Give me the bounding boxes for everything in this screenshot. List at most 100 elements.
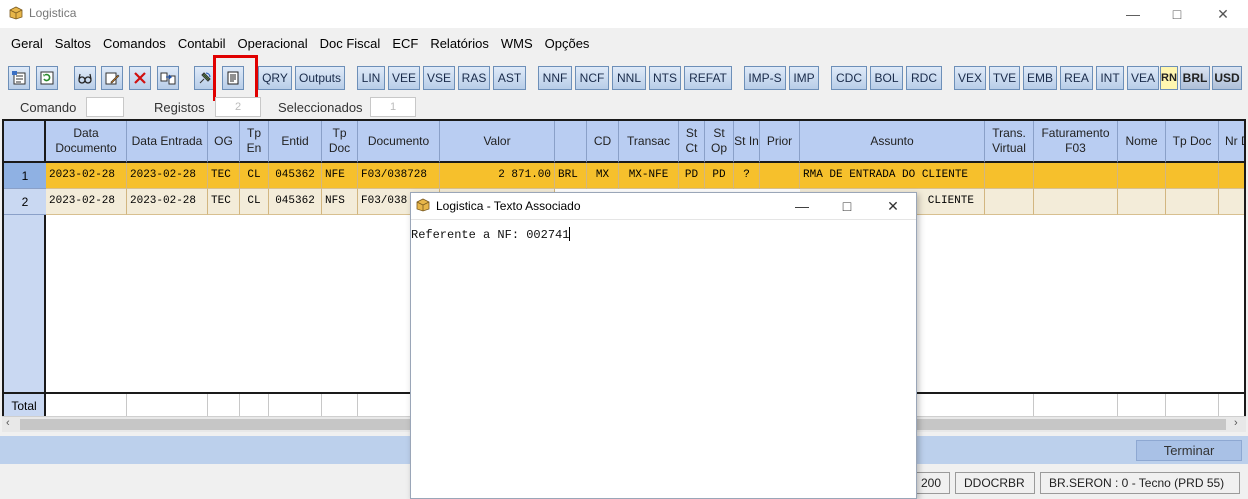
cell-tp-doc-2[interactable]	[1166, 163, 1219, 189]
col-st-ct[interactable]: St Ct	[679, 121, 705, 163]
col-tp-doc[interactable]: Tp Doc	[322, 121, 358, 163]
bol-button[interactable]: BOL	[870, 66, 903, 90]
open-list-icon[interactable]	[8, 66, 30, 90]
cell-tp-en[interactable]: CL	[240, 163, 269, 189]
rn-button[interactable]: RN	[1160, 66, 1178, 90]
cell-transac[interactable]: MX-NFE	[619, 163, 679, 189]
col-valor[interactable]: Valor	[440, 121, 555, 163]
cell-nr-d[interactable]	[1219, 163, 1244, 189]
int-button[interactable]: INT	[1096, 66, 1124, 90]
cell-valor[interactable]: 2 871.00	[440, 163, 555, 189]
cell-st-ct[interactable]: PD	[679, 163, 705, 189]
col-data-documento[interactable]: Data Documento	[46, 121, 127, 163]
cell-assunto[interactable]: RMA DE ENTRADA DO CLIENTE	[800, 163, 985, 189]
dialog-close-icon[interactable]: ✕	[870, 193, 916, 219]
col-documento[interactable]: Documento	[358, 121, 440, 163]
col-st-in[interactable]: St In	[734, 121, 760, 163]
row-number[interactable]: 1	[4, 163, 46, 189]
tve-button[interactable]: TVE	[989, 66, 1020, 90]
col-prior[interactable]: Prior	[760, 121, 800, 163]
cell-faturamento[interactable]	[1034, 163, 1118, 189]
cell-data-entrada[interactable]: 2023-02-28	[127, 189, 208, 215]
cell-trans-virtual[interactable]	[985, 163, 1034, 189]
menu-ecf[interactable]: ECF	[386, 34, 424, 54]
scroll-left-icon[interactable]: ‹	[6, 417, 10, 429]
comando-input[interactable]	[86, 97, 124, 117]
cell-st-in[interactable]: ?	[734, 163, 760, 189]
ras-button[interactable]: RAS	[458, 66, 490, 90]
cell-data-entrada[interactable]: 2023-02-28	[127, 163, 208, 189]
col-currency[interactable]	[555, 121, 587, 163]
rea-button[interactable]: REA	[1060, 66, 1093, 90]
dialog-maximize-icon[interactable]: □	[824, 193, 870, 219]
menu-opcoes[interactable]: Opções	[539, 34, 596, 54]
col-transac[interactable]: Transac	[619, 121, 679, 163]
vex-button[interactable]: VEX	[954, 66, 986, 90]
dialog-title-bar[interactable]: Logistica - Texto Associado — □ ✕	[411, 193, 916, 219]
table-row[interactable]: 1 2023-02-28 2023-02-28 TEC CL 045362 NF…	[4, 163, 1244, 189]
col-st-op[interactable]: St Op	[705, 121, 734, 163]
cell-entid[interactable]: 045362	[269, 189, 322, 215]
brl-button[interactable]: BRL	[1180, 66, 1210, 90]
cell-st-op[interactable]: PD	[705, 163, 734, 189]
cell-nome[interactable]	[1118, 189, 1166, 215]
col-trans-virtual[interactable]: Trans. Virtual	[985, 121, 1034, 163]
terminar-button[interactable]: Terminar	[1136, 440, 1242, 461]
cell-og[interactable]: TEC	[208, 189, 240, 215]
transfer-icon[interactable]	[157, 66, 179, 90]
edit-doc-icon[interactable]	[101, 66, 123, 90]
menu-comandos[interactable]: Comandos	[97, 34, 172, 54]
close-icon[interactable]: ✕	[1200, 0, 1246, 28]
col-og[interactable]: OG	[208, 121, 240, 163]
cdc-button[interactable]: CDC	[831, 66, 867, 90]
usd-button[interactable]: USD	[1212, 66, 1242, 90]
scroll-right-icon[interactable]: ›	[1234, 417, 1238, 429]
emb-button[interactable]: EMB	[1023, 66, 1057, 90]
dialog-minimize-icon[interactable]: —	[779, 193, 825, 219]
cell-cd[interactable]: MX	[587, 163, 619, 189]
col-data-entrada[interactable]: Data Entrada	[127, 121, 208, 163]
minimize-icon[interactable]: —	[1110, 0, 1156, 28]
cell-entid[interactable]: 045362	[269, 163, 322, 189]
cell-data-documento[interactable]: 2023-02-28	[46, 163, 127, 189]
cell-og[interactable]: TEC	[208, 163, 240, 189]
cell-currency[interactable]: BRL	[555, 163, 587, 189]
outputs-button[interactable]: Outputs	[295, 66, 345, 90]
col-nome[interactable]: Nome	[1118, 121, 1166, 163]
glasses-icon[interactable]	[74, 66, 96, 90]
maximize-icon[interactable]: □	[1154, 0, 1200, 28]
rdc-button[interactable]: RDC	[906, 66, 942, 90]
refresh-icon[interactable]	[36, 66, 58, 90]
imp-button[interactable]: IMP	[789, 66, 819, 90]
vee-button[interactable]: VEE	[388, 66, 420, 90]
cell-trans-virtual[interactable]	[985, 189, 1034, 215]
imp-s-button[interactable]: IMP-S	[744, 66, 786, 90]
col-tp-en[interactable]: Tp En	[240, 121, 269, 163]
col-nr-d[interactable]: Nr D	[1219, 121, 1244, 163]
cell-tp-doc[interactable]: NFE	[322, 163, 358, 189]
col-entid[interactable]: Entid	[269, 121, 322, 163]
refat-button[interactable]: REFAT	[684, 66, 732, 90]
row-number[interactable]: 2	[4, 189, 46, 215]
nts-button[interactable]: NTS	[649, 66, 681, 90]
nnl-button[interactable]: NNL	[612, 66, 646, 90]
menu-doc-fiscal[interactable]: Doc Fiscal	[314, 34, 387, 54]
col-cd[interactable]: CD	[587, 121, 619, 163]
menu-saltos[interactable]: Saltos	[49, 34, 97, 54]
associated-text-area[interactable]: Referente a NF: 002741	[411, 227, 571, 242]
col-tp-doc-2[interactable]: Tp Doc	[1166, 121, 1219, 163]
menu-relatorios[interactable]: Relatórios	[424, 34, 495, 54]
ncf-button[interactable]: NCF	[575, 66, 609, 90]
cell-data-documento[interactable]: 2023-02-28	[46, 189, 127, 215]
ast-button[interactable]: AST	[493, 66, 526, 90]
qry-button[interactable]: QRY	[258, 66, 292, 90]
menu-wms[interactable]: WMS	[495, 34, 539, 54]
vse-button[interactable]: VSE	[423, 66, 455, 90]
vea-button[interactable]: VEA	[1127, 66, 1159, 90]
menu-operacional[interactable]: Operacional	[232, 34, 314, 54]
cell-nr-d[interactable]	[1219, 189, 1244, 215]
col-assunto[interactable]: Assunto	[800, 121, 985, 163]
delete-icon[interactable]	[129, 66, 151, 90]
cell-prior[interactable]	[760, 163, 800, 189]
menu-contabil[interactable]: Contabil	[172, 34, 232, 54]
